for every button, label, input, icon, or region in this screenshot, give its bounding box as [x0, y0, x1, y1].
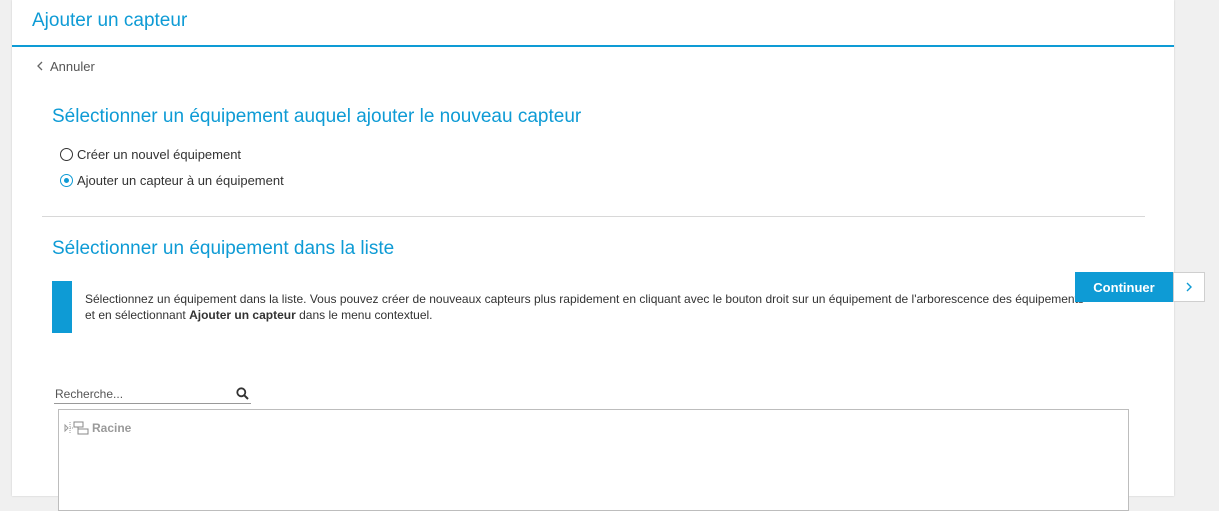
cancel-link[interactable]: Annuler	[36, 59, 95, 74]
info-accent-bar	[52, 281, 72, 333]
search-input[interactable]	[55, 386, 230, 402]
page-header: Ajouter un capteur	[12, 0, 1174, 47]
radio-label: Créer un nouvel équipement	[77, 147, 242, 162]
search-icon[interactable]	[236, 387, 249, 400]
main-panel: Ajouter un capteur Annuler Sélectionner …	[12, 0, 1174, 511]
continue-button[interactable]: Continuer	[1075, 272, 1173, 302]
chevron-left-icon	[36, 60, 43, 74]
radio-create-new-device[interactable]: Créer un nouvel équipement	[60, 147, 241, 162]
tree-node-root[interactable]: Racine	[64, 420, 131, 436]
page-title: Ajouter un capteur	[32, 10, 188, 31]
chevron-right-icon[interactable]	[1173, 272, 1205, 302]
divider	[42, 216, 1145, 217]
continue-controls: Continuer	[1075, 272, 1205, 302]
radio-button[interactable]	[60, 148, 73, 161]
tree-node-label: Racine	[92, 421, 132, 435]
info-text-part: dans le menu contextuel.	[295, 308, 433, 322]
info-text-bold: Ajouter un capteur	[189, 308, 296, 322]
section-title-select-device: Sélectionner un équipement auquel ajoute…	[52, 106, 582, 127]
radio-label: Ajouter un capteur à un équipement	[77, 173, 284, 188]
section-title-device-list: Sélectionner un équipement dans la liste	[52, 238, 395, 259]
radio-button[interactable]	[60, 174, 73, 187]
search-box	[54, 386, 251, 404]
radio-add-sensor-to-device[interactable]: Ajouter un capteur à un équipement	[60, 173, 284, 188]
info-box: Sélectionnez un équipement dans la liste…	[52, 281, 1092, 333]
info-text: Sélectionnez un équipement dans la liste…	[85, 291, 1095, 323]
device-tree-icon	[64, 421, 89, 435]
cancel-link-label: Annuler	[50, 59, 95, 74]
